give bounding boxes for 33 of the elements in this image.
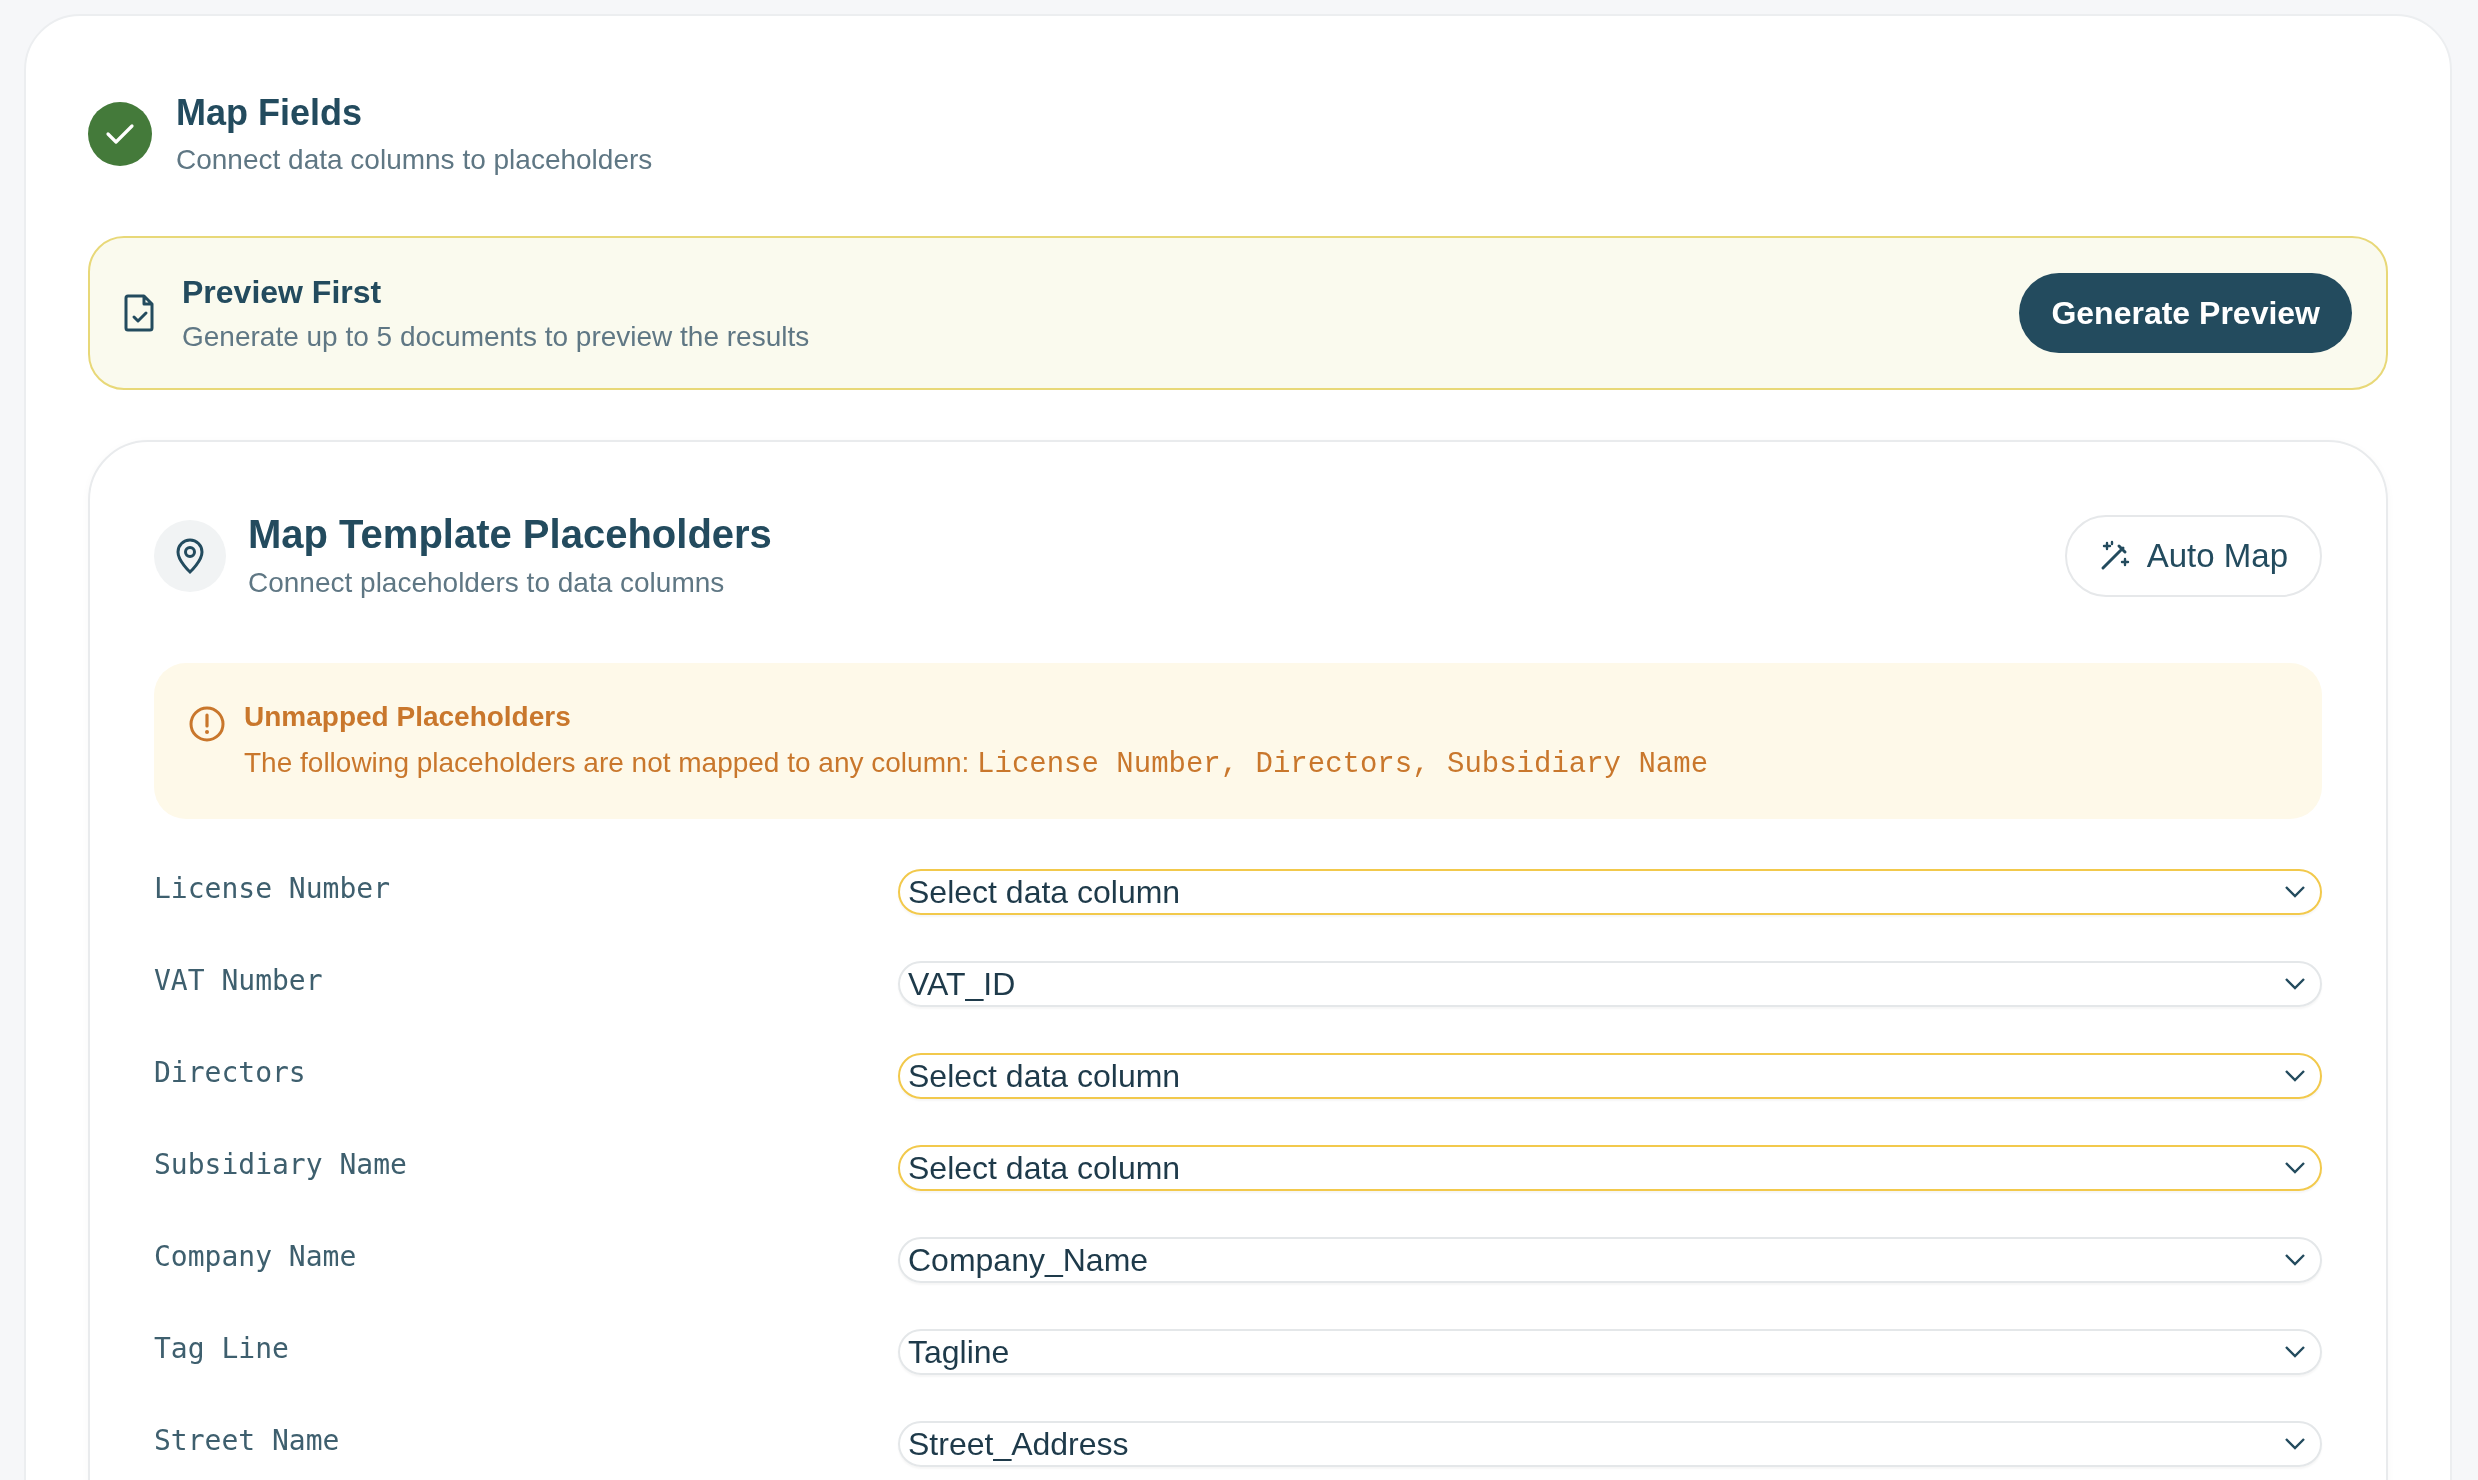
column-select[interactable]: Select data column	[898, 1053, 2322, 1099]
warning-message: The following placeholders are not mapped to any column: License Number, Directors, Subsidiary Name	[244, 747, 1709, 781]
step-subtitle: Connect data columns to placeholders	[176, 144, 653, 176]
mapping-title: Map Template Placeholders	[248, 512, 772, 557]
chevron-down-icon	[2284, 885, 2306, 899]
chevron-down-icon	[2284, 1345, 2306, 1359]
generate-preview-button[interactable]: Generate Preview	[2019, 273, 2352, 353]
placeholder-label: Street Name	[154, 1423, 341, 1457]
column-select[interactable]: Street_Address	[898, 1421, 2322, 1467]
column-select[interactable]: Company_Name	[898, 1237, 2322, 1283]
column-select[interactable]: VAT_ID	[898, 961, 2322, 1007]
column-select[interactable]: Select data column	[898, 1145, 2322, 1191]
chevron-down-icon	[2284, 1437, 2306, 1451]
placeholder-label: License Number	[154, 871, 391, 905]
placeholder-label: Subsidiary Name	[154, 1147, 408, 1181]
chevron-down-icon	[2284, 977, 2306, 991]
placeholder-label: VAT Number	[154, 963, 324, 997]
placeholder-label: Directors	[154, 1055, 307, 1089]
chevron-down-icon	[2284, 1161, 2306, 1175]
column-select[interactable]: Select data column	[898, 869, 2322, 915]
mapping-subtitle: Connect placeholders to data columns	[248, 567, 726, 599]
warning-title: Unmapped Placeholders	[244, 701, 572, 733]
alert-icon	[188, 705, 226, 743]
document-check-icon	[124, 294, 156, 332]
auto-map-button[interactable]: Auto Map	[2064, 514, 2322, 597]
chevron-down-icon	[2284, 1253, 2306, 1267]
step-title: Map Fields	[176, 92, 364, 134]
placeholder-label: Tag Line	[154, 1331, 290, 1365]
column-select[interactable]: Tagline	[898, 1329, 2322, 1375]
placeholder-label: Company Name	[154, 1239, 358, 1273]
chevron-down-icon	[2284, 1069, 2306, 1083]
preview-title: Preview First	[182, 273, 383, 311]
preview-description: Generate up to 5 documents to preview the results	[182, 320, 810, 353]
